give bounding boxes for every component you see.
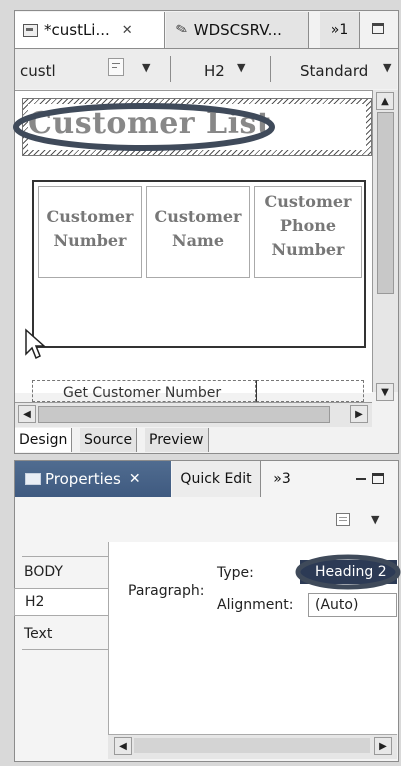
font-dropdown[interactable]: Standard bbox=[300, 62, 368, 80]
scroll-left-button[interactable]: ◀ bbox=[18, 405, 36, 423]
scrollbar-thumb[interactable] bbox=[38, 406, 330, 423]
alignment-value: (Auto) bbox=[315, 597, 359, 613]
chevron-down-icon[interactable]: ▼ bbox=[142, 61, 150, 74]
column-header-customer-name: Customer Name bbox=[154, 207, 242, 250]
editor-tab-custlist[interactable]: *custLi... ✕ bbox=[15, 12, 165, 48]
minimize-icon[interactable] bbox=[356, 478, 366, 480]
scrollbar-thumb[interactable] bbox=[377, 112, 394, 294]
maximize-icon[interactable] bbox=[372, 473, 384, 484]
more-tabs-button[interactable]: »1 bbox=[320, 12, 360, 48]
scroll-down-button[interactable]: ▼ bbox=[376, 383, 394, 401]
close-icon[interactable]: ✕ bbox=[122, 23, 133, 38]
tab-label: Quick Edit bbox=[180, 471, 252, 487]
placeholder-cell bbox=[256, 380, 364, 402]
more-views-button[interactable]: »3 bbox=[262, 461, 302, 497]
chevron-down-icon[interactable]: ▼ bbox=[383, 61, 391, 74]
tab-preview[interactable]: Preview bbox=[145, 428, 209, 452]
scrollbar-track[interactable] bbox=[134, 738, 370, 753]
tab-label: Properties bbox=[45, 470, 121, 488]
page-icon bbox=[23, 23, 38, 37]
scroll-left-button[interactable]: ◀ bbox=[114, 737, 132, 755]
get-customer-number-button[interactable]: Get Customer Number bbox=[32, 380, 256, 402]
alignment-icon[interactable] bbox=[108, 58, 124, 76]
chevron-down-icon[interactable]: ▼ bbox=[371, 513, 379, 526]
tag-list-item-h2[interactable]: H2 bbox=[14, 588, 108, 616]
properties-tab[interactable]: Properties ✕ bbox=[15, 461, 171, 497]
tab-design[interactable]: Design bbox=[15, 428, 73, 452]
maximize-icon[interactable] bbox=[372, 23, 384, 34]
mouse-pointer-icon bbox=[25, 328, 46, 360]
alignment-dropdown[interactable]: (Auto) bbox=[308, 593, 397, 617]
tab-source[interactable]: Source bbox=[80, 428, 138, 452]
scroll-right-button[interactable]: ▶ bbox=[374, 737, 392, 755]
tab-label: *custLi... bbox=[44, 21, 110, 39]
close-icon[interactable]: ✕ bbox=[129, 471, 141, 487]
scroll-up-button[interactable]: ▲ bbox=[376, 92, 394, 110]
tab-label: WDSCSRV... bbox=[193, 21, 282, 39]
quick-edit-tab[interactable]: Quick Edit bbox=[172, 461, 261, 497]
paragraph-style-dropdown[interactable]: H2 bbox=[204, 62, 225, 80]
column-header-customer-phone: Customer Phone Number bbox=[264, 192, 352, 259]
tag-list-item-text[interactable]: Text bbox=[14, 620, 108, 648]
paragraph-label: Paragraph: bbox=[128, 583, 205, 599]
scroll-right-button[interactable]: ▶ bbox=[350, 405, 368, 423]
alignment-label: Alignment: bbox=[217, 597, 294, 613]
view-menu-icon[interactable] bbox=[336, 513, 350, 526]
overflow-label: »1 bbox=[330, 22, 349, 38]
chevron-down-icon[interactable]: ▼ bbox=[237, 61, 245, 74]
column-header-customer-number: Customer Number bbox=[46, 207, 134, 250]
properties-icon bbox=[25, 473, 41, 485]
button-label: Get Customer Number bbox=[63, 385, 222, 401]
editor-tab-wdscsrv[interactable]: ✎ WDSCSRV... bbox=[166, 12, 309, 48]
overflow-label: »3 bbox=[273, 471, 291, 487]
tag-list-item-body[interactable]: BODY bbox=[14, 558, 108, 586]
element-field[interactable]: custl bbox=[20, 62, 56, 80]
type-label: Type: bbox=[217, 565, 254, 581]
highlight-ellipse-heading bbox=[13, 103, 275, 151]
pencil-icon: ✎ bbox=[174, 20, 190, 40]
highlight-ellipse-type bbox=[295, 554, 401, 590]
